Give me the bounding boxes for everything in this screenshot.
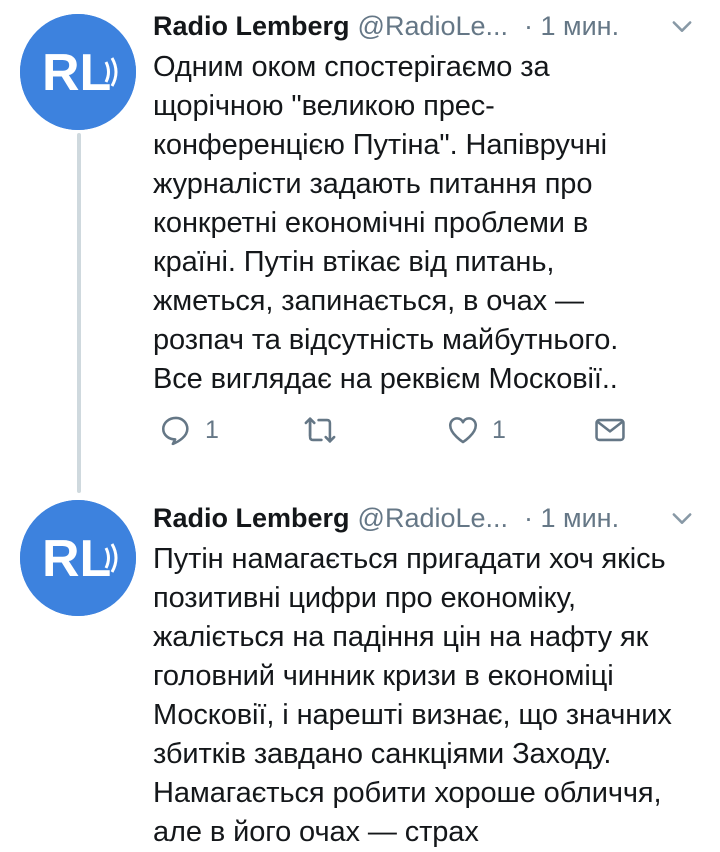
- avatar[interactable]: RL: [20, 500, 136, 616]
- tweet-1[interactable]: RL Radio Lemberg @RadioLe... · 1 мин. Од…: [0, 0, 720, 470]
- reply-button[interactable]: 1: [159, 413, 219, 447]
- author-handle[interactable]: @RadioLe...: [358, 503, 509, 534]
- tweet-header: Radio Lemberg @RadioLe... · 1 мин.: [153, 498, 696, 538]
- radio-lemberg-logo: RL: [20, 14, 136, 130]
- reply-icon: [161, 416, 189, 446]
- chevron-down-icon[interactable]: [668, 504, 696, 532]
- message-icon: [595, 418, 625, 442]
- direct-message-button[interactable]: [593, 413, 627, 447]
- retweet-icon: [304, 417, 336, 443]
- tweet-actions: 1 1: [153, 413, 633, 457]
- reply-count: 1: [205, 415, 219, 444]
- tweet-timestamp[interactable]: · 1 мин.: [524, 503, 619, 534]
- like-button[interactable]: 1: [446, 413, 506, 447]
- author-handle[interactable]: @RadioLe...: [358, 11, 509, 42]
- retweet-button[interactable]: [303, 413, 349, 447]
- author-name[interactable]: Radio Lemberg: [153, 11, 350, 42]
- svg-text:RL: RL: [42, 44, 111, 102]
- tweet-2[interactable]: RL Radio Lemberg @RadioLe... · 1 мин. Пу…: [0, 492, 720, 851]
- like-count: 1: [492, 415, 506, 444]
- tweet-text: Путін намагається пригадати хоч якісь по…: [153, 543, 672, 848]
- radio-lemberg-logo: RL: [20, 500, 136, 616]
- avatar[interactable]: RL: [20, 14, 136, 130]
- tweet-timestamp[interactable]: · 1 мин.: [524, 11, 619, 42]
- svg-text:RL: RL: [42, 530, 111, 588]
- author-name[interactable]: Radio Lemberg: [153, 503, 350, 534]
- tweet-text: Одним оком спостерігаємо за щорічною "ве…: [153, 51, 619, 395]
- chevron-down-icon[interactable]: [668, 12, 696, 40]
- tweet-header: Radio Lemberg @RadioLe... · 1 мин.: [153, 6, 696, 46]
- like-icon: [448, 417, 478, 444]
